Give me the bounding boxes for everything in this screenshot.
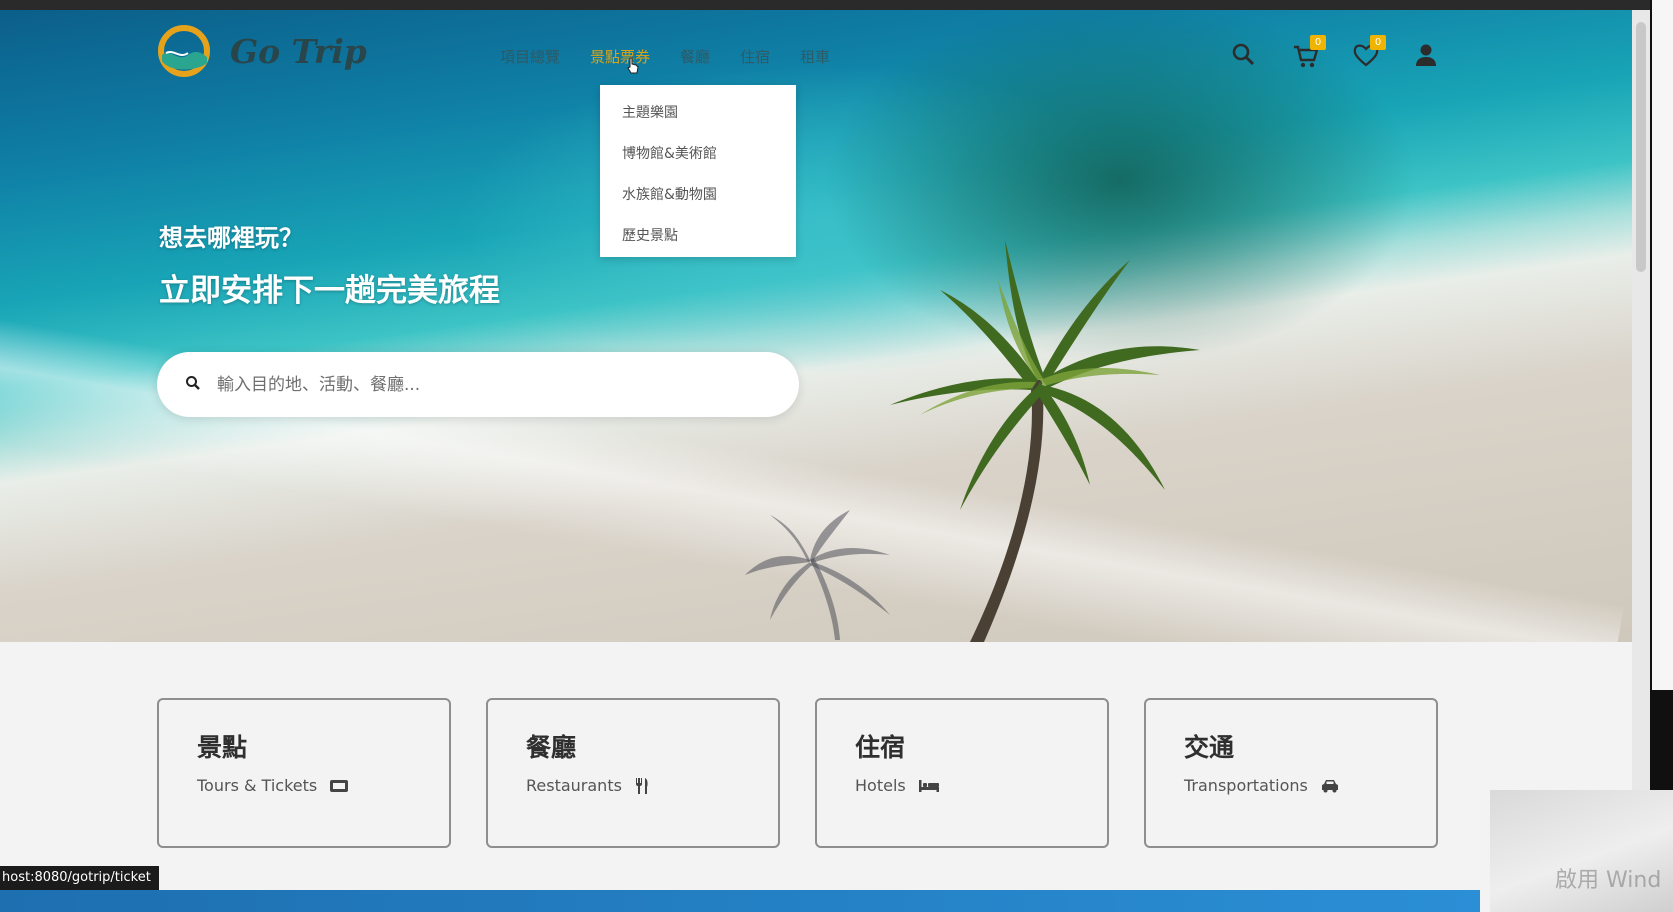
category-subtitle: Transportations — [1184, 776, 1308, 795]
category-subtitle: Tours & Tickets — [197, 776, 318, 795]
category-card-attractions[interactable]: 景點 Tours & Tickets — [157, 698, 451, 848]
dropdown-item-aquariums-zoos[interactable]: 水族館&動物園 — [622, 184, 717, 204]
nav-item-overview[interactable]: 項目總覽 — [500, 46, 560, 67]
dropdown-item-historic-sites[interactable]: 歷史景點 — [622, 225, 678, 245]
category-subtitle-row: Tours & Tickets — [197, 776, 349, 795]
car-icon — [1321, 779, 1338, 792]
category-subtitle: Restaurants — [526, 776, 622, 795]
nav-item-car-rental[interactable]: 租車 — [800, 46, 830, 67]
wishlist-button[interactable]: 0 — [1352, 35, 1386, 70]
category-title: 住宿 — [855, 733, 906, 762]
cart-button[interactable]: 0 — [1292, 35, 1326, 70]
cart-count-badge: 0 — [1310, 35, 1326, 50]
hero-section: Go Trip 項目總覽 景點票券 餐廳 住宿 租車 0 0 主題樂園 博物館&… — [0, 10, 1632, 642]
utensils-icon — [635, 777, 648, 794]
category-title: 景點 — [197, 733, 248, 762]
category-title: 餐廳 — [526, 733, 577, 762]
category-card-hotels[interactable]: 住宿 Hotels — [815, 698, 1109, 848]
mouse-pointer-icon — [627, 57, 639, 74]
category-subtitle: Hotels — [855, 776, 906, 795]
dropdown-item-theme-parks[interactable]: 主題樂園 — [622, 102, 678, 122]
taskbar-strip — [0, 890, 1480, 912]
page: Go Trip 項目總覽 景點票券 餐廳 住宿 租車 0 0 主題樂園 博物館&… — [0, 10, 1632, 912]
browser-top-bar — [0, 0, 1673, 10]
search-icon[interactable] — [1230, 40, 1258, 70]
user-icon[interactable] — [1412, 40, 1440, 70]
logo[interactable]: Go Trip — [158, 22, 367, 80]
search-input[interactable] — [215, 368, 779, 402]
category-subtitle-row: Restaurants — [526, 776, 650, 795]
main-nav: 項目總覽 景點票券 餐廳 住宿 租車 — [500, 46, 860, 67]
brand-name: Go Trip — [230, 31, 367, 71]
tickets-dropdown-menu: 主題樂園 博物館&美術館 水族館&動物園 歷史景點 — [600, 85, 796, 257]
status-bar-url: host:8080/gotrip/ticket — [0, 866, 159, 890]
dropdown-item-museums[interactable]: 博物館&美術館 — [622, 143, 717, 163]
nav-item-restaurants[interactable]: 餐廳 — [680, 46, 710, 67]
wishlist-count-badge: 0 — [1370, 35, 1386, 50]
palm-tree-graphic — [890, 240, 1200, 642]
category-subtitle-row: Transportations — [1184, 776, 1340, 795]
category-subtitle-row: Hotels — [855, 776, 940, 795]
adjacent-window-panel — [1652, 0, 1673, 690]
activation-watermark: 啟用 Wind — [1555, 868, 1662, 893]
hero-headline: 立即安排下一趟完美旅程 — [159, 273, 500, 309]
category-card-restaurants[interactable]: 餐廳 Restaurants — [486, 698, 780, 848]
page-scrollbar[interactable] — [1632, 10, 1650, 912]
category-card-transportation[interactable]: 交通 Transportations — [1144, 698, 1438, 848]
nav-item-hotels[interactable]: 住宿 — [740, 46, 770, 67]
logo-mark-icon — [158, 25, 210, 77]
ticket-icon — [330, 779, 349, 792]
bed-icon — [918, 779, 939, 792]
search-bar — [157, 352, 799, 417]
search-bar-icon — [186, 376, 200, 390]
scrollbar-thumb[interactable] — [1636, 22, 1646, 272]
hero-tagline: 想去哪裡玩？ — [159, 224, 303, 252]
nav-item-tickets[interactable]: 景點票券 — [590, 46, 650, 67]
category-title: 交通 — [1184, 733, 1235, 762]
